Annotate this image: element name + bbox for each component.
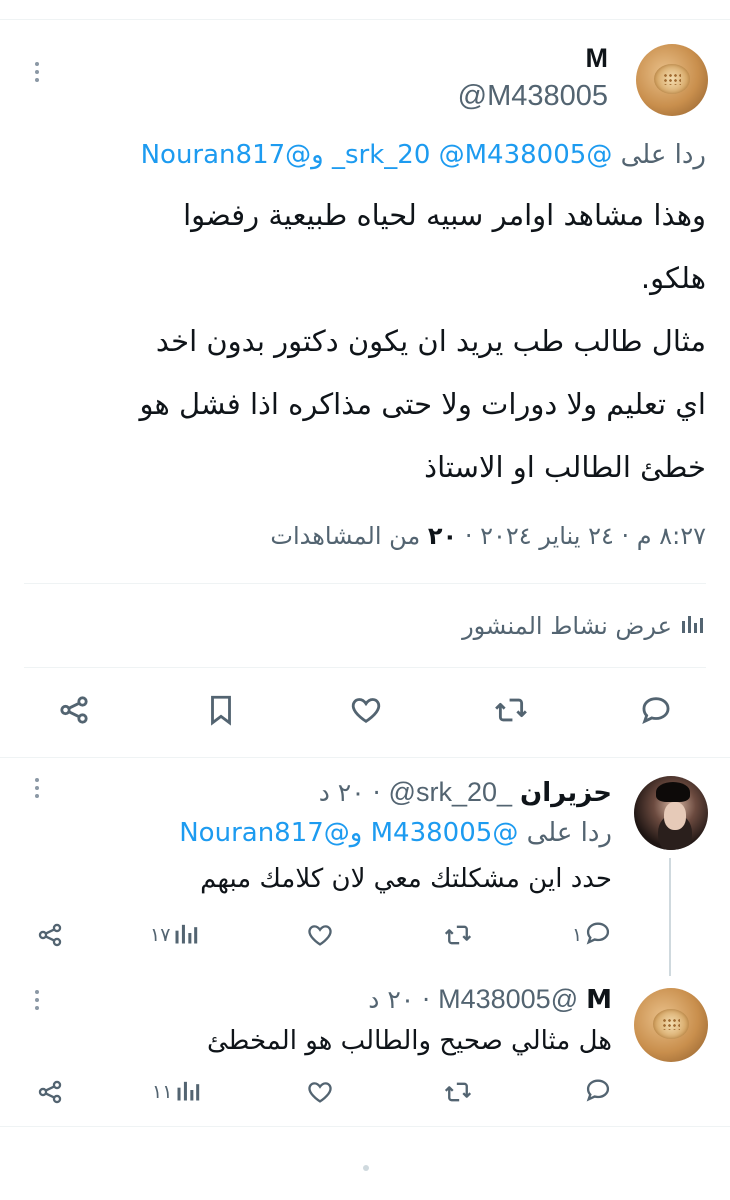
reply-header: M @M438005 · ٢٠ د xyxy=(368,984,612,1015)
divider xyxy=(24,667,706,668)
reply-text: هل مثالي صحيح والطالب هو المخطئ xyxy=(206,1026,612,1056)
share-icon[interactable] xyxy=(36,918,64,952)
reply-time[interactable]: · ٢٠ د xyxy=(368,985,430,1014)
bookmark-icon[interactable] xyxy=(201,690,241,730)
views-button[interactable]: ١٧ xyxy=(150,918,200,952)
divider xyxy=(0,757,730,758)
divider xyxy=(24,583,706,584)
replying-to-handles[interactable]: @srk_20 @M438005_ و@Nouran817 xyxy=(141,140,613,170)
share-icon[interactable] xyxy=(36,1075,64,1109)
reply-button[interactable]: ١ xyxy=(572,918,612,952)
views-count: ١١ xyxy=(152,1081,173,1103)
divider xyxy=(0,1126,730,1127)
reply-handle[interactable]: @M438005 xyxy=(438,984,578,1015)
replying-to-label: ردا على xyxy=(620,140,706,170)
thread-line xyxy=(669,858,671,976)
reply-action-bar: ١٧ ١ xyxy=(0,918,730,952)
reply-icon xyxy=(584,1076,612,1109)
author-handle[interactable]: @M438005 xyxy=(458,80,608,113)
tweet-action-bar xyxy=(0,690,730,738)
retweet-icon[interactable] xyxy=(491,690,531,730)
replying-to-handles[interactable]: @M438005 و@Nouran817 xyxy=(179,818,518,848)
views-label: من المشاهدات xyxy=(270,522,421,550)
like-icon[interactable] xyxy=(306,1075,334,1109)
replying-to: ردا على @srk_20 @M438005_ و@Nouran817 xyxy=(141,140,706,170)
reply-count: ١ xyxy=(572,924,583,946)
reply-handle[interactable]: _srk_20@ xyxy=(389,777,513,808)
like-icon[interactable] xyxy=(306,918,334,952)
like-icon[interactable] xyxy=(346,690,386,730)
top-divider xyxy=(0,19,730,20)
more-options-icon[interactable] xyxy=(32,990,42,1014)
thread-end-indicator xyxy=(363,1165,369,1171)
reply-action-bar: ١١ xyxy=(0,1075,730,1109)
views-count: ١٧ xyxy=(150,924,171,946)
reply-avatar[interactable] xyxy=(634,988,708,1062)
reply-icon xyxy=(584,919,612,952)
author-avatar[interactable] xyxy=(636,44,708,116)
tweet-text: وهذا مشاهد اوامر سبيه لحياه طبيعية رفضوا… xyxy=(139,198,706,484)
analytics-icon xyxy=(680,612,706,640)
reply-avatar[interactable] xyxy=(634,776,708,850)
more-options-icon[interactable] xyxy=(32,778,42,802)
reply-icon[interactable] xyxy=(636,690,676,730)
analytics-icon xyxy=(172,919,200,952)
reply-time[interactable]: · ٢٠ د xyxy=(319,778,381,807)
more-options-icon[interactable] xyxy=(32,62,42,86)
reply-display-name[interactable]: M xyxy=(586,985,612,1015)
replying-to-label: ردا على xyxy=(526,818,612,848)
reply-text: حدد اين مشكلتك معي لان كلامك مبهم xyxy=(200,864,612,894)
reply-header: حزيران _srk_20@ · ٢٠ د xyxy=(319,777,612,808)
retweet-icon[interactable] xyxy=(444,918,472,952)
reply-button[interactable] xyxy=(582,1075,612,1109)
views-count: ٢٠ xyxy=(427,522,458,550)
author-display-name[interactable]: M xyxy=(586,43,609,74)
tweet-metadata: ٨:٢٧ م · ٢٤ يناير ٢٠٢٤ · ٢٠ من المشاهدات xyxy=(270,522,706,550)
share-icon[interactable] xyxy=(54,690,94,730)
views-button[interactable]: ١١ xyxy=(152,1075,202,1109)
retweet-icon[interactable] xyxy=(444,1075,472,1109)
analytics-icon xyxy=(174,1076,202,1109)
post-activity-link[interactable]: عرض نشاط المنشور xyxy=(462,612,706,640)
replying-to: ردا على @M438005 و@Nouran817 xyxy=(179,818,612,848)
reply-display-name[interactable]: حزيران xyxy=(520,778,612,808)
tweet-timestamp[interactable]: ٨:٢٧ م · ٢٤ يناير ٢٠٢٤ · xyxy=(465,522,706,550)
post-activity-label: عرض نشاط المنشور xyxy=(462,612,672,640)
